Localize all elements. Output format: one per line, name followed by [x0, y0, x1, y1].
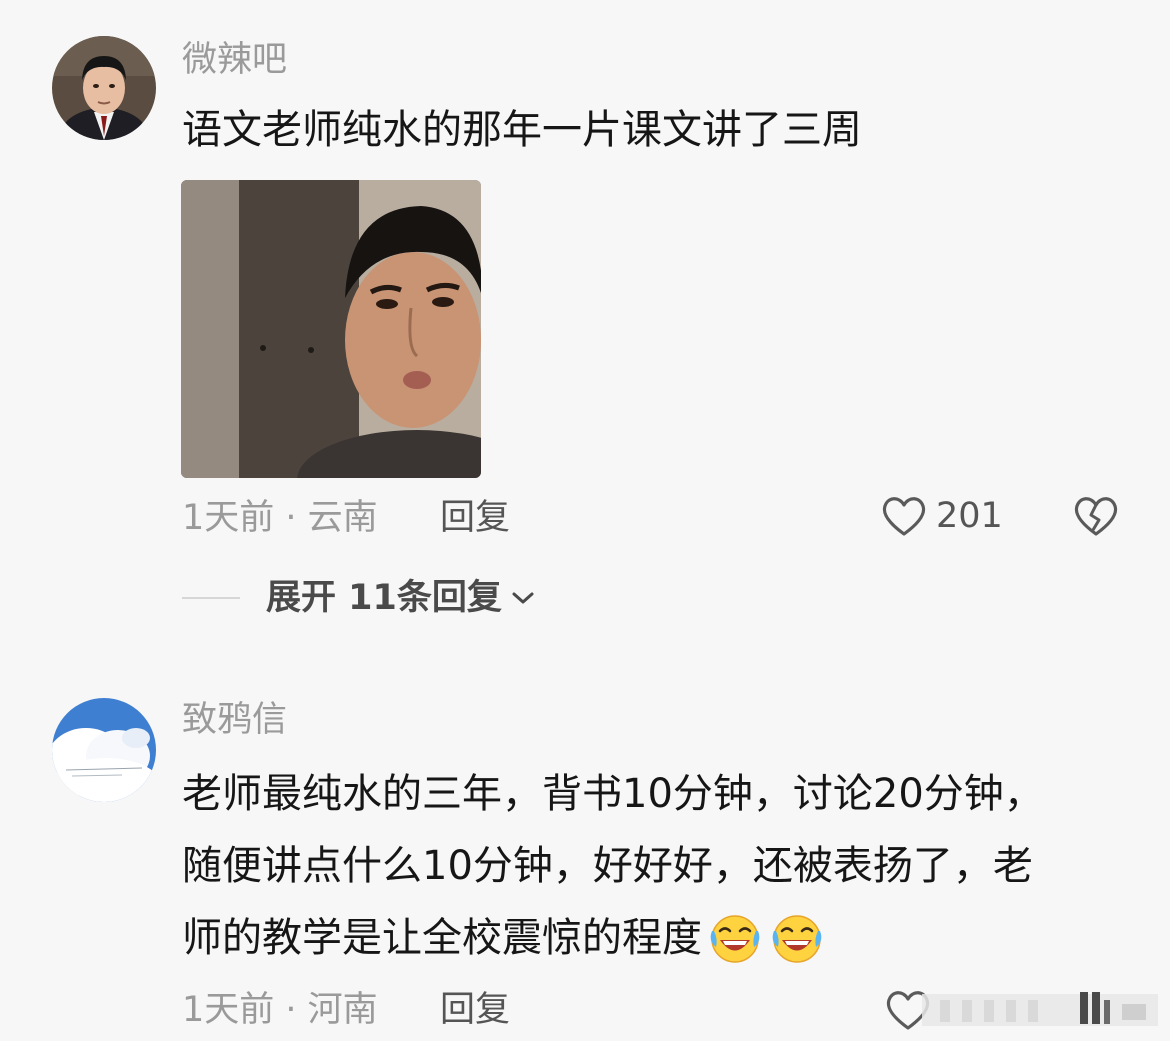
comment-line: 老师最纯水的三年，背书10分钟，讨论20分钟， [182, 771, 1044, 817]
watermark-overlay [922, 992, 1158, 1026]
username[interactable]: 致鸦信 [182, 700, 287, 740]
username[interactable]: 微辣吧 [182, 40, 287, 80]
comment-meta: 1天前 · 河南 [182, 990, 378, 1030]
comment-meta: 1天前 · 云南 [182, 498, 378, 538]
reply-button[interactable]: 回复 [440, 498, 510, 538]
comment-line: 语文老师纯水的那年一片课文讲了三周 [182, 107, 862, 153]
reply-button[interactable]: 回复 [440, 990, 510, 1030]
expand-replies-label: 展开 11条回复 [266, 578, 502, 618]
comment-line-with-emoji: 师的教学是让全校震惊的程度 [182, 902, 1044, 974]
heart-outline-icon [882, 497, 926, 536]
tears-of-joy-emoji [710, 915, 760, 963]
comment-line: 师的教学是让全校震惊的程度 [182, 915, 702, 961]
comment-text: 老师最纯水的三年，背书10分钟，讨论20分钟， 随便讲点什么10分钟，好好好，还… [182, 758, 1044, 974]
avatar-image [52, 36, 156, 140]
avatar[interactable] [52, 698, 156, 802]
expand-replies-button[interactable]: 展开 11条回复 [182, 578, 536, 618]
avatar-image [52, 698, 156, 802]
dislike-button[interactable] [1072, 494, 1120, 538]
comment-image[interactable] [181, 180, 481, 478]
comment-line: 随便讲点什么10分钟，好好好，还被表扬了，老 [182, 843, 1033, 889]
comment-text: 语文老师纯水的那年一片课文讲了三周 [182, 94, 862, 166]
like-count: 201 [936, 496, 1003, 536]
meme-photo [181, 180, 481, 478]
divider-line [182, 597, 240, 599]
avatar[interactable] [52, 36, 156, 140]
tears-of-joy-emoji [772, 915, 822, 963]
like-button[interactable]: 201 [880, 494, 1003, 538]
chevron-down-icon [512, 592, 534, 604]
broken-heart-icon [1074, 497, 1118, 536]
